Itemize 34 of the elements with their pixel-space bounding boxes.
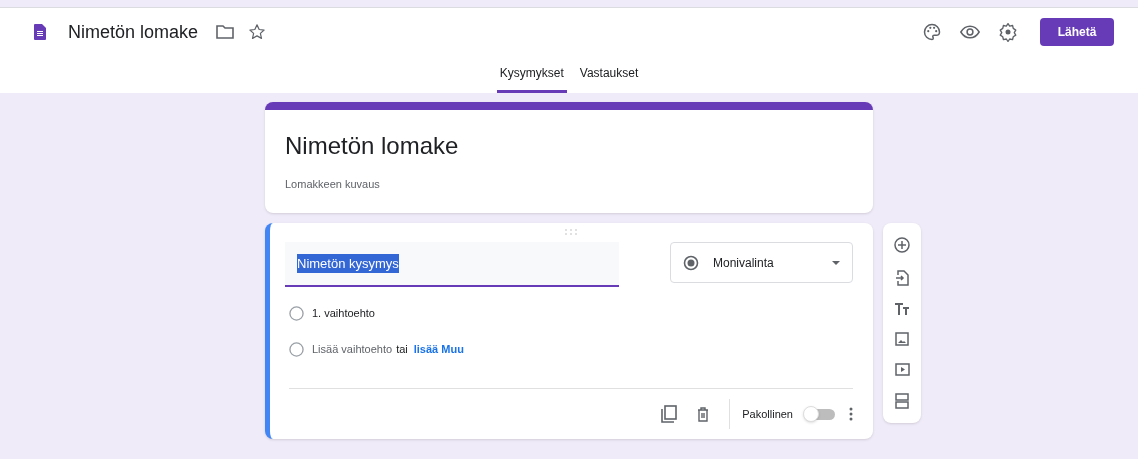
drag-handle-icon[interactable]: [565, 229, 577, 236]
description-field[interactable]: Lomakkeen kuvaus: [285, 176, 380, 193]
tab[interactable]: Vastaukset: [576, 64, 642, 93]
form-name[interactable]: Nimetön lomake: [68, 18, 199, 46]
add-option-field[interactable]: Lisää vaihtoehto: [312, 340, 393, 358]
add-question-icon[interactable]: [894, 237, 910, 254]
preview-eye-icon[interactable]: [960, 25, 980, 39]
question-field[interactable]: Nimetön kysymys: [285, 242, 619, 287]
tab[interactable]: Kysymykset: [496, 64, 567, 93]
radio-selected-icon: [683, 254, 699, 271]
caret-icon: [832, 260, 840, 265]
required-label: Pakollinen: [742, 406, 793, 422]
add-other-link[interactable]: lisää Muu: [413, 340, 464, 358]
folder-icon[interactable]: [216, 25, 235, 39]
palette-icon[interactable]: [922, 22, 942, 42]
radio-icon: [289, 341, 304, 357]
forms-logo-icon[interactable]: [34, 24, 46, 40]
delete-icon[interactable]: [697, 406, 710, 422]
settings-icon[interactable]: [998, 22, 1018, 42]
question-type-dropdown[interactable]: Monivalinta: [670, 242, 853, 283]
more-icon[interactable]: [849, 407, 853, 421]
separator-text: tai: [396, 341, 408, 357]
image-icon[interactable]: [895, 331, 909, 346]
required-toggle[interactable]: [803, 406, 837, 422]
video-icon[interactable]: [894, 362, 910, 376]
duplicate-icon[interactable]: [661, 405, 678, 423]
option-label[interactable]: 1. vaihtoehto: [312, 304, 375, 322]
form-title[interactable]: Nimetön lomake: [285, 130, 853, 162]
star-icon[interactable]: [248, 23, 267, 41]
import-icon[interactable]: [895, 270, 909, 287]
send-button[interactable]: Lähetä: [1040, 18, 1114, 46]
title-text-icon[interactable]: [894, 303, 910, 316]
radio-icon: [289, 305, 304, 321]
section-icon[interactable]: [895, 392, 909, 409]
